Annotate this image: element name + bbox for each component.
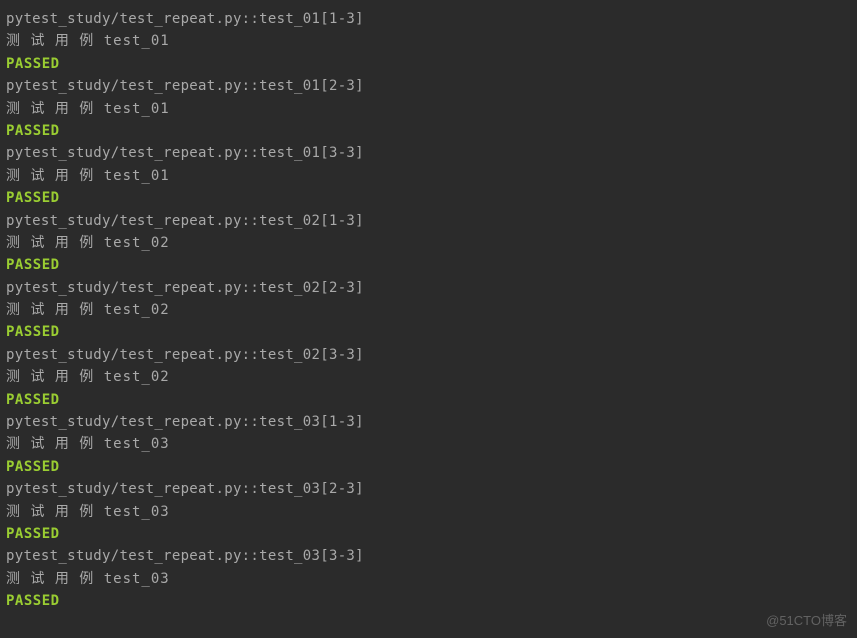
test-status-line: PASSED (6, 120, 851, 142)
test-status-line: PASSED (6, 389, 851, 411)
terminal-output: pytest_study/test_repeat.py::test_01[1-3… (6, 8, 851, 613)
test-output-line: 测 试 用 例 test_03 (6, 501, 851, 523)
test-path-line: pytest_study/test_repeat.py::test_02[2-3… (6, 277, 851, 299)
test-path-line: pytest_study/test_repeat.py::test_02[1-3… (6, 210, 851, 232)
watermark-text: @51CTO博客 (766, 611, 847, 632)
test-status-line: PASSED (6, 321, 851, 343)
test-status-line: PASSED (6, 590, 851, 612)
test-status-line: PASSED (6, 254, 851, 276)
test-path-line: pytest_study/test_repeat.py::test_01[2-3… (6, 75, 851, 97)
test-path-line: pytest_study/test_repeat.py::test_01[3-3… (6, 142, 851, 164)
test-output-line: 测 试 用 例 test_01 (6, 98, 851, 120)
test-output-line: 测 试 用 例 test_02 (6, 366, 851, 388)
test-output-line: 测 试 用 例 test_01 (6, 165, 851, 187)
test-path-line: pytest_study/test_repeat.py::test_01[1-3… (6, 8, 851, 30)
test-output-line: 测 试 用 例 test_03 (6, 568, 851, 590)
test-output-line: 测 试 用 例 test_03 (6, 433, 851, 455)
test-path-line: pytest_study/test_repeat.py::test_03[2-3… (6, 478, 851, 500)
test-output-line: 测 试 用 例 test_02 (6, 299, 851, 321)
test-status-line: PASSED (6, 187, 851, 209)
test-status-line: PASSED (6, 523, 851, 545)
test-output-line: 测 试 用 例 test_02 (6, 232, 851, 254)
test-path-line: pytest_study/test_repeat.py::test_02[3-3… (6, 344, 851, 366)
test-status-line: PASSED (6, 53, 851, 75)
test-path-line: pytest_study/test_repeat.py::test_03[3-3… (6, 545, 851, 567)
test-path-line: pytest_study/test_repeat.py::test_03[1-3… (6, 411, 851, 433)
test-output-line: 测 试 用 例 test_01 (6, 30, 851, 52)
test-status-line: PASSED (6, 456, 851, 478)
